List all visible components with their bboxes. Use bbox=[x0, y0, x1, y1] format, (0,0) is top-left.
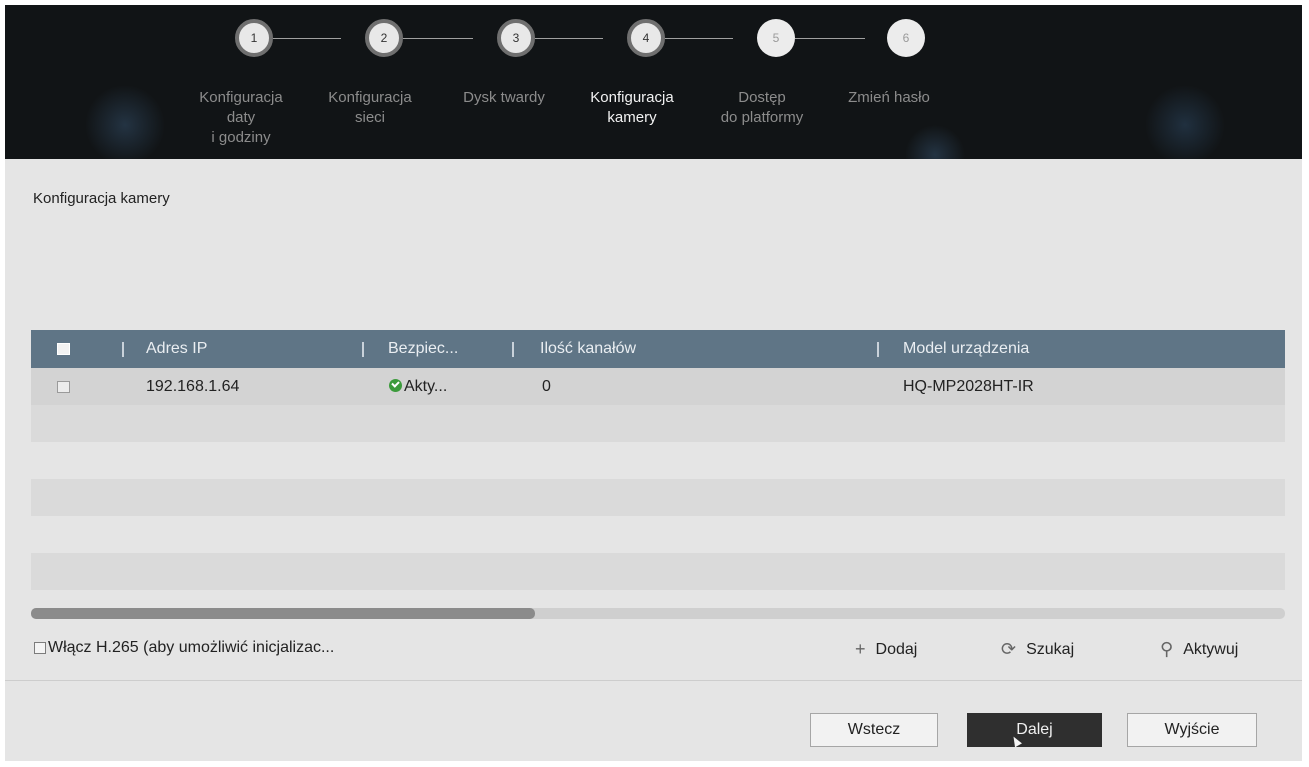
wizard-window: 1 2 3 4 5 6 Konfiguracja daty i godziny … bbox=[5, 5, 1302, 761]
step-4-indicator: 4 bbox=[627, 19, 665, 57]
activate-label: Aktywuj bbox=[1183, 640, 1239, 658]
step-label-line: daty bbox=[226, 109, 256, 126]
column-separator bbox=[122, 342, 124, 357]
step-label-line: i godziny bbox=[211, 129, 271, 146]
add-label: Dodaj bbox=[875, 640, 918, 658]
step-number: 3 bbox=[512, 31, 520, 45]
step-label-line: Dostęp bbox=[738, 89, 786, 106]
step-connector bbox=[273, 38, 341, 39]
check-circle-icon bbox=[389, 379, 402, 392]
refresh-icon: ⟳ bbox=[1001, 639, 1017, 659]
step-label-line: kamery bbox=[607, 109, 657, 126]
step-number: 5 bbox=[772, 31, 780, 45]
scrollbar-thumb[interactable] bbox=[31, 608, 535, 619]
row-checkbox[interactable] bbox=[57, 381, 70, 393]
step-6-label: Zmień hasło bbox=[819, 88, 959, 108]
step-5-indicator: 5 bbox=[757, 19, 795, 57]
row-security-text: Akty... bbox=[404, 378, 448, 395]
next-button[interactable]: Dalej bbox=[967, 713, 1102, 747]
add-button[interactable]: + Dodaj bbox=[855, 639, 917, 660]
step-1-label: Konfiguracja daty i godziny bbox=[179, 88, 303, 148]
step-4-label: Konfiguracja kamery bbox=[569, 88, 695, 128]
step-number: 1 bbox=[250, 31, 258, 45]
search-label: Szukaj bbox=[1026, 640, 1075, 658]
column-separator bbox=[512, 342, 514, 357]
back-button[interactable]: Wstecz bbox=[810, 713, 938, 747]
row-channels: 0 bbox=[542, 378, 551, 395]
section-title: Konfiguracja kamery bbox=[33, 190, 170, 207]
column-separator bbox=[362, 342, 364, 357]
step-label-line: Konfiguracja bbox=[199, 89, 283, 106]
select-all-checkbox[interactable] bbox=[57, 343, 70, 355]
h265-label: Włącz H.265 (aby umożliwić inicjalizac..… bbox=[48, 639, 335, 656]
step-connector bbox=[403, 38, 473, 39]
step-number: 6 bbox=[902, 31, 910, 45]
step-label-line: Konfiguracja bbox=[590, 89, 674, 106]
plus-icon: + bbox=[855, 639, 866, 659]
exit-button[interactable]: Wyjście bbox=[1127, 713, 1257, 747]
step-6-indicator: 6 bbox=[887, 19, 925, 57]
column-separator bbox=[877, 342, 879, 357]
step-2-label: Konfiguracja sieci bbox=[305, 88, 435, 128]
activate-button[interactable]: ⚲ Aktywuj bbox=[1160, 639, 1238, 660]
row-security: Akty... bbox=[389, 368, 447, 405]
empty-table-row bbox=[31, 442, 1285, 479]
table-row[interactable]: 192.168.1.64 Akty... 0 HQ-MP2028HT-IR bbox=[31, 368, 1285, 405]
step-3-indicator: 3 bbox=[497, 19, 535, 57]
step-5-label: Dostęp do platformy bbox=[702, 88, 822, 128]
step-connector bbox=[665, 38, 733, 39]
step-2-indicator: 2 bbox=[365, 19, 403, 57]
step-number: 4 bbox=[642, 31, 650, 45]
column-header-channels[interactable]: Ilość kanałów bbox=[540, 330, 636, 368]
step-label-line: Dysk twardy bbox=[463, 89, 545, 106]
search-icon: ⚲ bbox=[1160, 639, 1174, 659]
empty-table-row bbox=[31, 516, 1285, 553]
footer-divider bbox=[5, 680, 1302, 681]
step-connector bbox=[795, 38, 865, 39]
camera-table: Adres IP Bezpiec... Ilość kanałów Model … bbox=[31, 330, 1285, 590]
empty-table-row bbox=[31, 553, 1285, 590]
step-3-label: Dysk twardy bbox=[439, 88, 569, 108]
horizontal-scrollbar[interactable] bbox=[31, 608, 1285, 619]
row-model: HQ-MP2028HT-IR bbox=[903, 378, 1034, 395]
step-label-line: Konfiguracja bbox=[328, 89, 412, 106]
step-1-indicator: 1 bbox=[235, 19, 273, 57]
step-label-line: Zmień hasło bbox=[848, 89, 930, 106]
empty-table-row bbox=[31, 479, 1285, 516]
step-number: 2 bbox=[380, 31, 388, 45]
step-label-line: do platformy bbox=[720, 109, 804, 126]
h265-checkbox[interactable] bbox=[34, 642, 46, 654]
h265-option[interactable]: Włącz H.265 (aby umożliwić inicjalizac..… bbox=[34, 639, 334, 657]
search-button[interactable]: ⟳ Szukaj bbox=[1001, 639, 1074, 660]
row-ip: 192.168.1.64 bbox=[146, 378, 240, 395]
column-header-ip[interactable]: Adres IP bbox=[146, 330, 207, 368]
step-connector bbox=[535, 38, 603, 39]
empty-table-row bbox=[31, 405, 1285, 442]
column-header-security[interactable]: Bezpiec... bbox=[388, 330, 458, 368]
column-header-model[interactable]: Model urządzenia bbox=[903, 330, 1029, 368]
table-header: Adres IP Bezpiec... Ilość kanałów Model … bbox=[31, 330, 1285, 368]
wizard-steps-header: 1 2 3 4 5 6 Konfiguracja daty i godziny … bbox=[5, 5, 1302, 159]
step-label-line: sieci bbox=[354, 109, 385, 126]
